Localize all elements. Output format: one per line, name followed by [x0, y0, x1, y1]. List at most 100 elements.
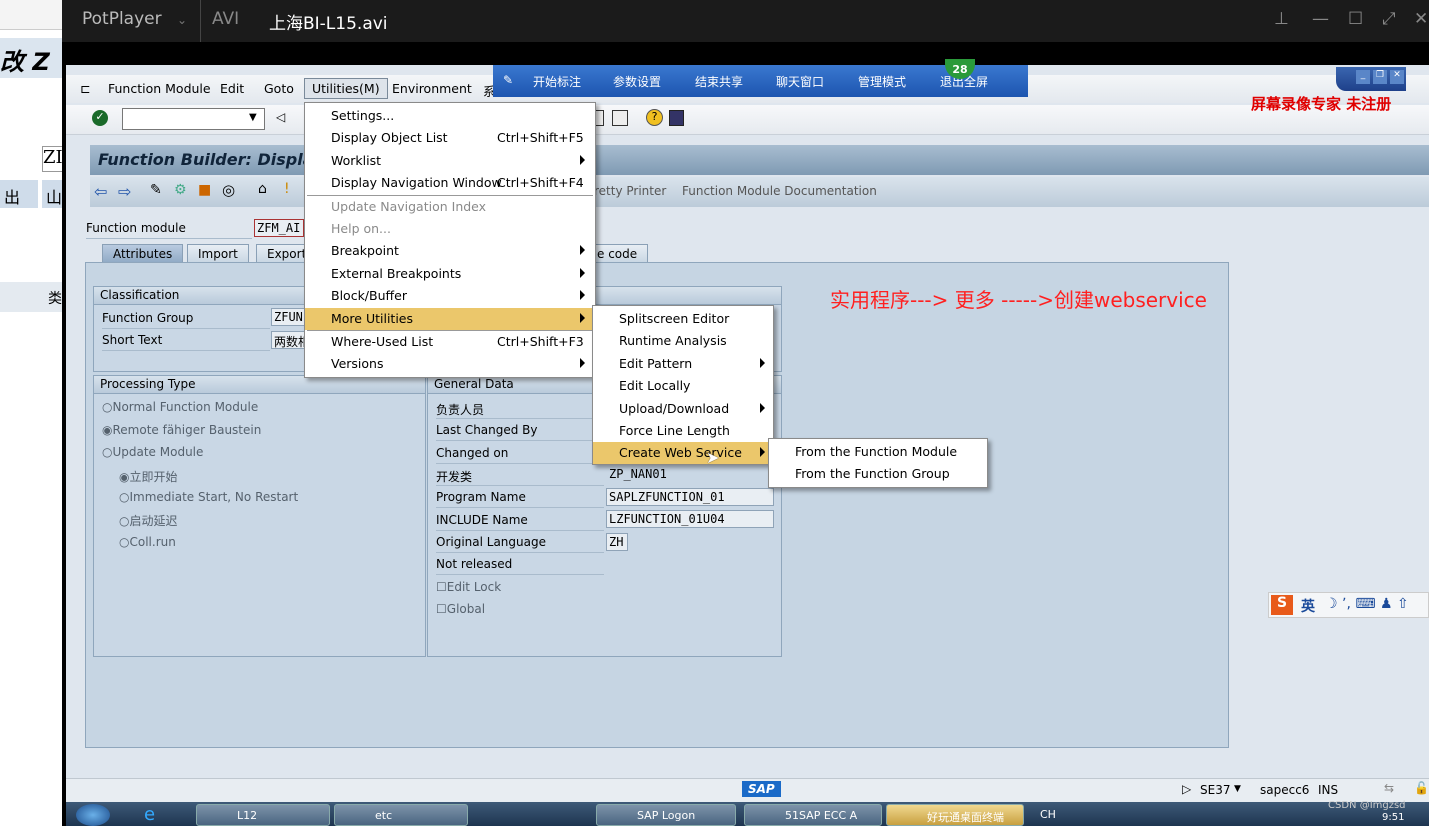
taskbar-button[interactable]: etc	[334, 804, 468, 826]
chevron-down-icon[interactable]: ⌄	[177, 13, 187, 27]
bg-tab[interactable]: 出	[0, 180, 38, 208]
pretty-printer-button[interactable]: retty Printer	[594, 184, 666, 198]
transaction-code[interactable]: SE37	[1200, 783, 1230, 797]
radio-remote-enabled[interactable]: ◉Remote fähiger Baustein	[102, 423, 261, 437]
include-name-field[interactable]: LZFUNCTION_01U04	[606, 510, 774, 528]
menu-item-from-function-group[interactable]: From the Function Group	[769, 463, 987, 485]
tab-import[interactable]: Import	[187, 244, 249, 263]
help-icon[interactable]: ?	[646, 109, 663, 126]
minimize-icon[interactable]: —	[1312, 9, 1329, 29]
check-object-icon[interactable]: ⚙	[174, 182, 187, 198]
menu-environment[interactable]: Environment	[392, 81, 472, 96]
menu-edit[interactable]: Edit	[220, 81, 244, 96]
dropdown-icon[interactable]: ▼	[1234, 784, 1241, 794]
taskbar-button[interactable]: SAP Logon	[596, 804, 736, 826]
close-icon[interactable]: ✕	[1390, 70, 1404, 84]
menu-item-external-breakpoints[interactable]: External Breakpoints	[305, 263, 595, 285]
customize-icon[interactable]	[669, 110, 684, 126]
menu-item-update-navigation-index[interactable]: Update Navigation Index	[305, 196, 595, 218]
global-checkbox[interactable]: ☐Global	[436, 602, 485, 616]
fullscreen-icon[interactable]: ⤢	[1382, 9, 1396, 29]
edit-lock-checkbox[interactable]: ☐Edit Lock	[436, 580, 501, 594]
menu-item-where-used-list[interactable]: Where-Used List Ctrl+Shift+F3	[305, 331, 595, 353]
share-item[interactable]: 参数设置	[613, 73, 661, 90]
radio-immediate-no-restart[interactable]: ○Immediate Start, No Restart	[119, 490, 298, 504]
menu-item-runtime-analysis[interactable]: Runtime Analysis	[593, 330, 773, 352]
shortcut-icon[interactable]	[612, 110, 628, 126]
menu-item-upload-download[interactable]: Upload/Download	[593, 398, 773, 420]
share-item[interactable]: 聊天窗口	[776, 73, 824, 90]
pin-icon[interactable]: ⊥	[1274, 9, 1289, 29]
minimize-icon[interactable]: _	[1356, 70, 1370, 84]
enter-check-icon[interactable]: ✓	[92, 110, 108, 126]
menu-item-help-on[interactable]: Help on...	[305, 218, 595, 240]
radio-update-module[interactable]: ○Update Module	[102, 445, 203, 459]
processing-type-header: Processing Type	[94, 376, 425, 394]
fm-documentation-button[interactable]: Function Module Documentation	[682, 184, 877, 198]
radio-normal-function-module[interactable]: ○Normal Function Module	[102, 400, 258, 414]
function-module-field[interactable]: ZFM_AI	[254, 219, 304, 237]
ime-tools-icon[interactable]: ☽ ʼ, ⌨ ♟ ⇧	[1325, 596, 1409, 612]
forward-arrow-icon[interactable]: ⇨	[118, 182, 131, 201]
pen-icon[interactable]: ✎	[503, 73, 513, 87]
close-icon[interactable]: ✕	[1414, 9, 1428, 29]
menu-item-block-buffer[interactable]: Block/Buffer	[305, 285, 595, 307]
status-expand-icon[interactable]: ▷	[1182, 782, 1191, 796]
share-item[interactable]: 开始标注	[533, 73, 581, 90]
taskbar-button[interactable]: 51SAP ECC A	[744, 804, 882, 826]
checkbox-icon: ☐	[436, 580, 447, 594]
menu-item-more-utilities[interactable]: More Utilities	[305, 307, 595, 330]
sogou-icon[interactable]: S	[1271, 595, 1293, 615]
ie-icon[interactable]: e	[144, 804, 155, 825]
menu-item-edit-locally[interactable]: Edit Locally	[593, 375, 773, 397]
radio-icon: ○	[119, 514, 130, 528]
menu-item-from-function-module[interactable]: From the Function Module	[769, 441, 987, 463]
activate-icon[interactable]: ■	[198, 182, 211, 198]
back-arrow-icon[interactable]: ⇦	[94, 182, 107, 201]
where-used-icon[interactable]: ◎	[222, 181, 235, 199]
menu-item-edit-pattern[interactable]: Edit Pattern	[593, 353, 773, 375]
bg-tab[interactable]: 山	[42, 180, 62, 208]
edit-pencil-icon[interactable]: ✎	[150, 182, 162, 198]
utilities-menu: Settings... Display Object List Ctrl+Shift…	[304, 102, 596, 378]
share-item[interactable]: 管理模式	[858, 73, 906, 90]
menu-item-splitscreen-editor[interactable]: Splitscreen Editor	[593, 308, 773, 330]
menu-goto[interactable]: Goto	[264, 81, 294, 96]
start-button[interactable]	[76, 804, 110, 826]
tab-attributes[interactable]: Attributes	[102, 244, 184, 263]
radio-start-delayed[interactable]: ○启动延迟	[119, 512, 178, 529]
test-icon[interactable]: !	[284, 181, 290, 197]
radio-start-immediately[interactable]: ◉立即开始	[119, 468, 178, 485]
system-menu-icon[interactable]: ⊏	[80, 81, 90, 96]
restore-icon[interactable]: ❐	[1373, 70, 1387, 84]
menu-function-module[interactable]: Function Module	[108, 81, 211, 96]
command-field[interactable]	[122, 108, 265, 130]
connection-icon[interactable]: ⇆	[1384, 781, 1394, 795]
lock-icon[interactable]: 🔓	[1414, 781, 1429, 795]
share-item[interactable]: 结束共享	[695, 73, 743, 90]
original-language-field[interactable]: ZH	[606, 533, 628, 551]
dropdown-icon[interactable]: ▼	[249, 112, 257, 123]
menu-item-settings[interactable]: Settings...	[305, 105, 595, 127]
menu-item-display-navigation-window[interactable]: Display Navigation Window Ctrl+Shift+F4	[305, 172, 595, 194]
input-language[interactable]: CH	[1040, 808, 1056, 821]
menu-item-display-object-list[interactable]: Display Object List Ctrl+Shift+F5	[305, 127, 595, 149]
menu-item-worklist[interactable]: Worklist	[305, 150, 595, 172]
radio-coll-run[interactable]: ○Coll.run	[119, 535, 176, 549]
back-icon[interactable]: ◁	[276, 110, 285, 124]
hierarchy-icon[interactable]: ⌂	[258, 181, 267, 197]
menu-item-breakpoint[interactable]: Breakpoint	[305, 240, 595, 262]
program-name-field[interactable]: SAPLZFUNCTION_01	[606, 488, 774, 506]
ime-language[interactable]: 英	[1301, 596, 1315, 616]
menu-item-create-web-service[interactable]: Create Web Service	[593, 442, 773, 465]
menu-item-versions[interactable]: Versions	[305, 353, 595, 375]
player-name[interactable]: PotPlayer	[82, 9, 162, 29]
menu-utilities[interactable]: Utilities(M)	[304, 78, 388, 99]
menu-item-label: Settings...	[331, 108, 395, 123]
taskbar-button[interactable]: 好玩通桌面终端	[886, 804, 1024, 826]
menu-item-label: Update Navigation Index	[331, 198, 487, 214]
menu-item-force-line-length[interactable]: Force Line Length	[593, 420, 773, 442]
maximize-icon[interactable]: ☐	[1348, 9, 1363, 29]
clock[interactable]: 9:51	[1382, 812, 1404, 823]
taskbar-button[interactable]: L12	[196, 804, 330, 826]
